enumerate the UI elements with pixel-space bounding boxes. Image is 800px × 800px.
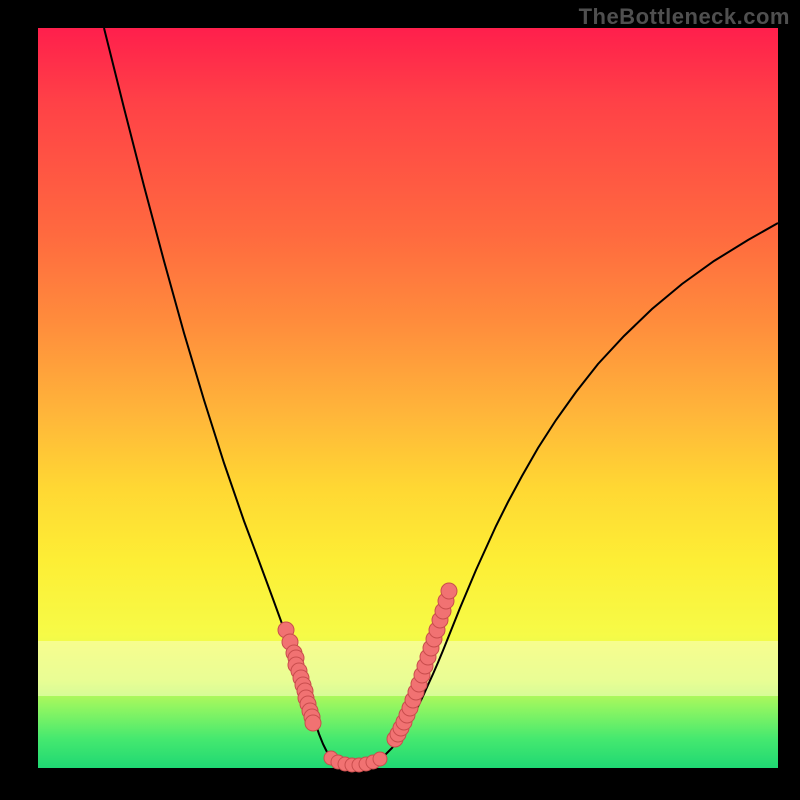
curve-line bbox=[104, 28, 778, 767]
watermark-text: TheBottleneck.com bbox=[579, 4, 790, 30]
data-marker bbox=[441, 583, 457, 599]
chart-frame: TheBottleneck.com bbox=[0, 0, 800, 800]
data-markers bbox=[278, 583, 457, 772]
data-marker bbox=[373, 752, 387, 766]
bottleneck-curve bbox=[38, 28, 778, 768]
data-marker bbox=[305, 715, 321, 731]
